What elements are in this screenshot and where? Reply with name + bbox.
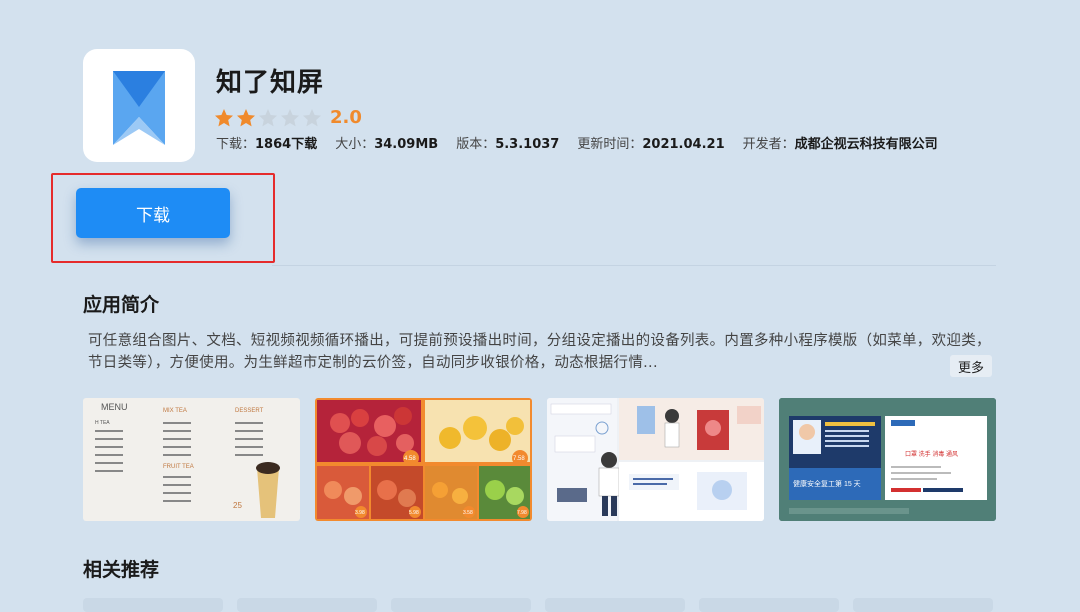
intro-title: 应用简介 bbox=[83, 294, 160, 316]
download-button[interactable]: 下载 bbox=[76, 188, 230, 238]
related-card[interactable] bbox=[853, 598, 993, 612]
svg-text:3.98: 3.98 bbox=[355, 510, 365, 516]
meta-value: 成都企视云科技有限公司 bbox=[794, 137, 938, 152]
svg-text:口罩 洗手 消毒 通风: 口罩 洗手 消毒 通风 bbox=[905, 450, 958, 458]
svg-text:H TEA: H TEA bbox=[95, 420, 110, 426]
meta-label: 更新时间： bbox=[577, 137, 643, 152]
meta-value: 5.3.1037 bbox=[495, 137, 560, 152]
meta-updated: 更新时间：2021.04.21 bbox=[577, 133, 724, 152]
svg-text:FRUIT TEA: FRUIT TEA bbox=[163, 464, 194, 470]
meta-developer: 开发者：成都企视云科技有限公司 bbox=[743, 133, 938, 152]
star-empty-icon bbox=[281, 108, 299, 126]
more-button[interactable]: 更多 bbox=[950, 355, 992, 377]
meta-downloads: 下载：1864下载 bbox=[216, 133, 317, 152]
app-title: 知了知屏 bbox=[216, 68, 325, 98]
app-logo-icon bbox=[113, 71, 165, 145]
star-filled-icon bbox=[215, 108, 233, 126]
meta-version: 版本：5.3.1037 bbox=[456, 133, 559, 152]
related-card[interactable] bbox=[83, 598, 223, 612]
svg-text:7.58: 7.58 bbox=[513, 456, 525, 462]
meta-value: 1864下载 bbox=[255, 137, 318, 152]
svg-text:DESSERT: DESSERT bbox=[235, 408, 264, 414]
svg-text:5.98: 5.98 bbox=[409, 510, 419, 516]
rating: 2.0 bbox=[214, 107, 362, 128]
related-card[interactable] bbox=[237, 598, 377, 612]
meta-value: 34.09MB bbox=[374, 137, 439, 152]
meta-label: 版本： bbox=[456, 137, 496, 152]
related-card[interactable] bbox=[545, 598, 685, 612]
svg-text:3.58: 3.58 bbox=[463, 510, 473, 516]
app-meta: 下载：1864下载 大小：34.09MB 版本：5.3.1037 更新时间：2021.… bbox=[216, 133, 956, 152]
screenshot-menu[interactable]: MENU MIX TEA DESSERT H TEA FRUIT TEA 25 bbox=[83, 398, 300, 521]
star-filled-icon bbox=[237, 108, 255, 126]
svg-text:4.58: 4.58 bbox=[404, 456, 416, 462]
screenshot-cartoon[interactable] bbox=[547, 398, 764, 521]
meta-value: 2021.04.21 bbox=[642, 137, 725, 152]
screenshot-safety[interactable]: 健康安全复工第 15 天 口罩 洗手 消毒 通风 bbox=[779, 398, 996, 521]
svg-text:MIX TEA: MIX TEA bbox=[163, 408, 187, 414]
menu-heading: MENU bbox=[101, 402, 128, 412]
svg-text:25: 25 bbox=[233, 501, 242, 510]
svg-text:7.98: 7.98 bbox=[517, 510, 527, 516]
related-card[interactable] bbox=[699, 598, 839, 612]
intro-text: 可任意组合图片、文档、短视频视频循环播出，可提前预设播出时间，分组设定播出的设备… bbox=[88, 333, 991, 371]
meta-label: 下载： bbox=[216, 137, 256, 152]
related-card[interactable] bbox=[391, 598, 531, 612]
screenshot-fruit[interactable]: 4.58 7.58 3.98 5.98 3.58 7.98 bbox=[315, 398, 532, 521]
star-empty-icon bbox=[259, 108, 277, 126]
meta-label: 开发者： bbox=[742, 137, 795, 152]
meta-label: 大小： bbox=[335, 137, 375, 152]
divider bbox=[272, 265, 996, 266]
meta-size: 大小：34.09MB bbox=[335, 133, 438, 152]
star-empty-icon bbox=[303, 108, 321, 126]
svg-text:健康安全复工第 15 天: 健康安全复工第 15 天 bbox=[793, 479, 861, 488]
rating-value: 2.0 bbox=[330, 107, 362, 128]
related-title: 相关推荐 bbox=[83, 559, 160, 581]
app-icon bbox=[83, 49, 195, 162]
